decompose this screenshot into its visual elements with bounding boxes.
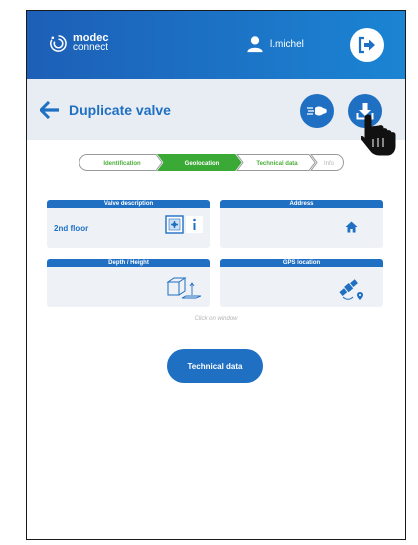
card-title: GPS location xyxy=(220,259,383,267)
hint-text: Click on window xyxy=(194,316,238,322)
page-title: Duplicate valve xyxy=(69,102,171,118)
step-label: Technical data xyxy=(256,161,298,167)
user-info: l.michel xyxy=(246,35,304,53)
app-header: modec connect l.michel xyxy=(27,11,405,79)
step-label: Info xyxy=(324,161,335,167)
valve-description-card[interactable]: Valve description 2nd floor xyxy=(47,200,210,248)
fast-hand-icon xyxy=(307,106,327,116)
valve-picture-icon xyxy=(165,215,203,234)
back-arrow-icon[interactable] xyxy=(40,101,60,119)
step-geolocation[interactable]: Geolocation xyxy=(157,154,242,171)
step-label: Identification xyxy=(103,161,141,167)
card-title: Address xyxy=(220,200,383,208)
satellite-gps-icon xyxy=(339,279,363,300)
fast-forward-button[interactable] xyxy=(300,94,334,128)
technical-data-button[interactable]: Technical data xyxy=(167,349,263,383)
depth-height-card[interactable]: Depth / Height xyxy=(47,259,210,307)
app-screen: modec connect l.michel Duplicate valve I… xyxy=(26,10,406,540)
home-icon xyxy=(345,221,358,233)
user-icon xyxy=(247,36,263,53)
valve-description-value: 2nd floor xyxy=(54,224,89,233)
step-technical-data[interactable]: Technical data xyxy=(236,154,316,171)
depth-height-icon xyxy=(166,277,202,299)
modec-connect-logo: modec connect xyxy=(49,33,108,53)
title-bar: Duplicate valve xyxy=(27,79,405,140)
logout-button[interactable] xyxy=(350,28,384,62)
logo-sub-text: connect xyxy=(73,42,109,53)
logout-icon xyxy=(358,36,375,54)
card-title: Depth / Height xyxy=(47,259,210,267)
wizard-stepper: Identification Geolocation Technical dat… xyxy=(79,154,344,171)
address-card[interactable]: Address xyxy=(220,200,383,248)
pointer-hand-icon xyxy=(361,114,396,156)
step-identification[interactable]: Identification xyxy=(79,154,163,171)
username: l.michel xyxy=(270,38,304,50)
step-info[interactable]: Info xyxy=(310,154,344,171)
gps-location-card[interactable]: GPS location xyxy=(220,259,383,307)
step-label: Geolocation xyxy=(185,161,220,167)
card-title: Valve description xyxy=(47,200,210,208)
logo-icon xyxy=(50,34,67,52)
